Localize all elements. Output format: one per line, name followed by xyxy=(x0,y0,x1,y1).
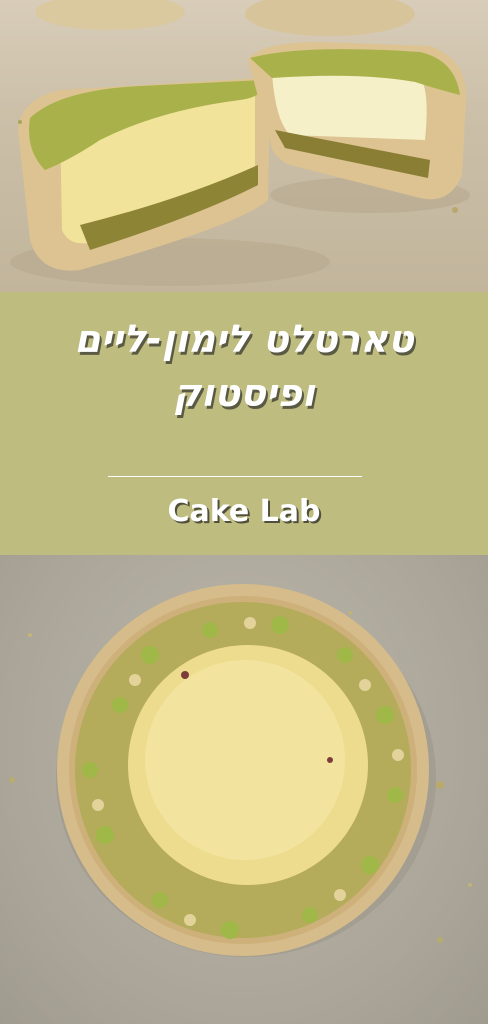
title-banner: טארטלט לימון-ליים ופיסטוק Cake Lab xyxy=(0,292,488,555)
brand-name: Cake Lab xyxy=(167,494,321,529)
divider xyxy=(108,476,362,477)
recipe-title: טארטלט לימון-ליים ופיסטוק xyxy=(74,317,414,415)
top-tart-photo xyxy=(0,0,488,292)
bottom-tart-photo xyxy=(0,555,488,1024)
